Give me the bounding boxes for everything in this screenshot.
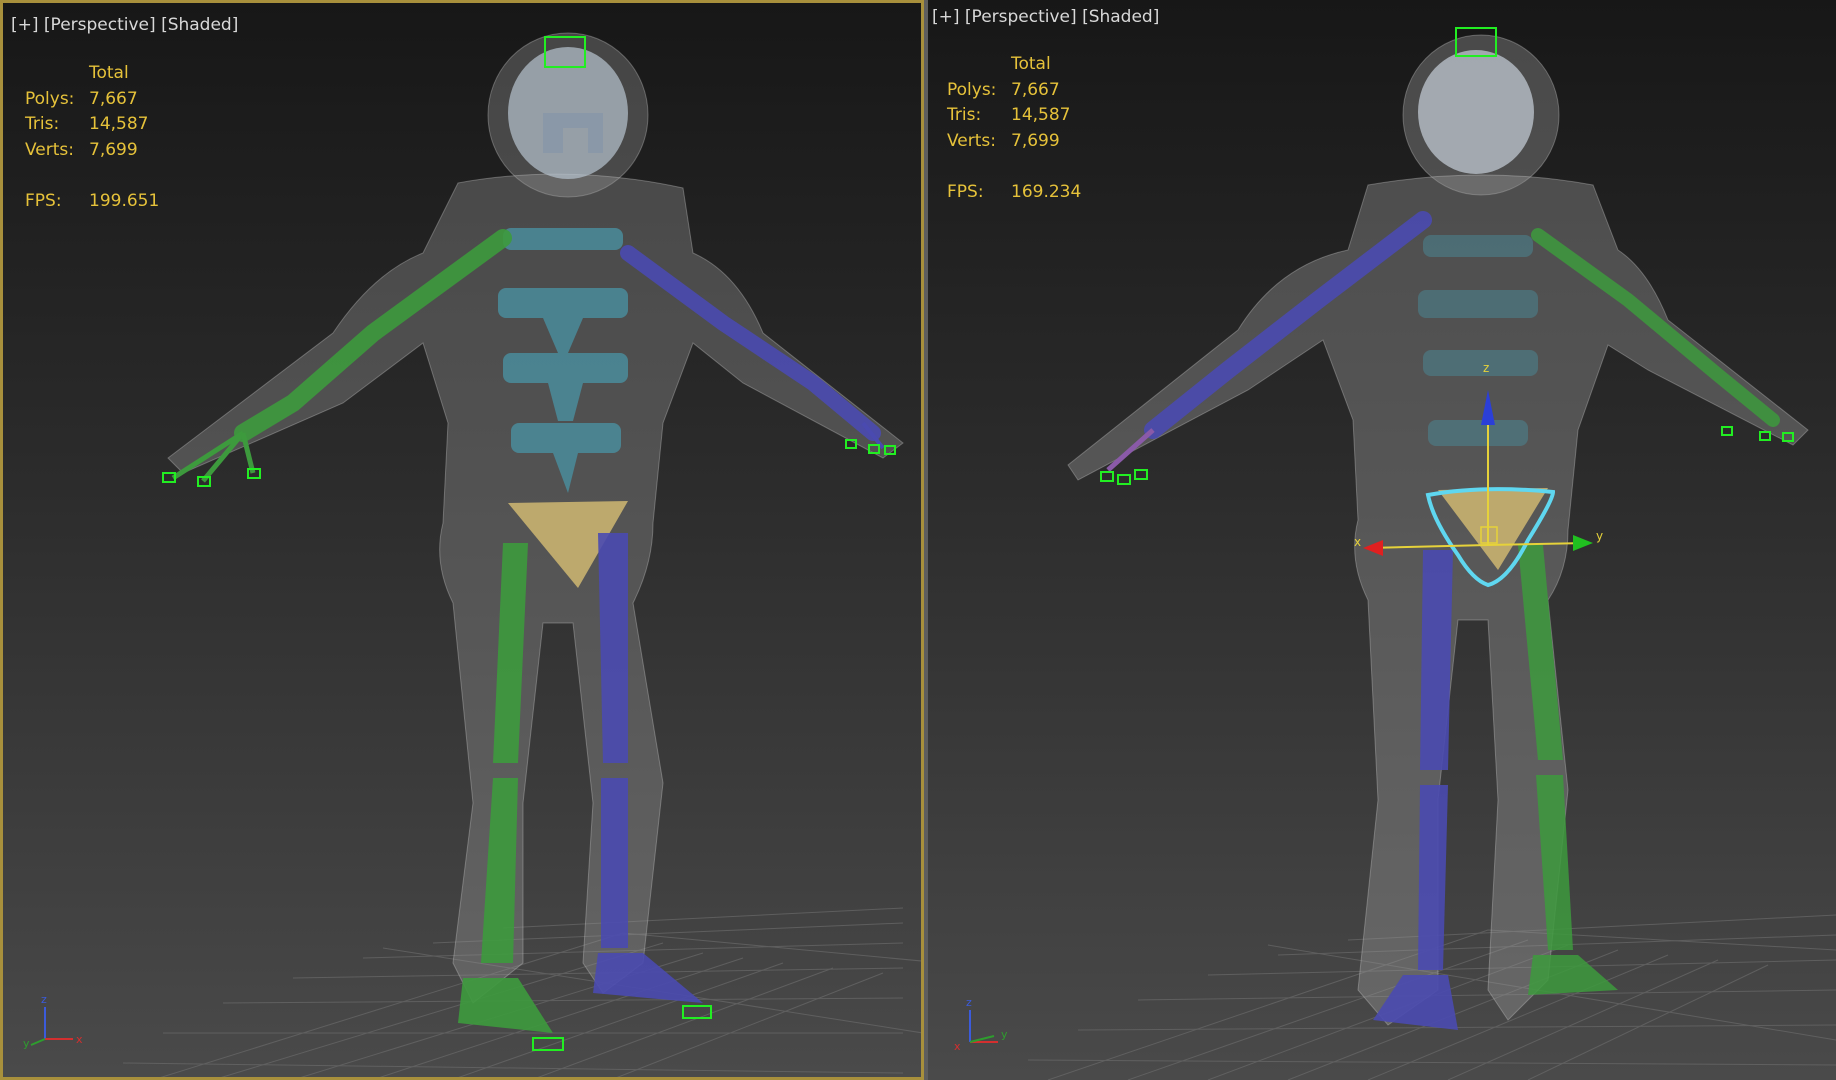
svg-text:y: y bbox=[23, 1037, 30, 1049]
tris-label: Tris: bbox=[947, 105, 982, 125]
polys-label: Polys: bbox=[25, 88, 75, 109]
viewport-label[interactable]: [+] [Perspective] [Shaded] bbox=[932, 7, 1159, 27]
svg-text:z: z bbox=[41, 993, 47, 1006]
svg-text:y: y bbox=[1001, 1028, 1008, 1041]
polys-value: 7,667 bbox=[89, 88, 138, 109]
polys-label: Polys: bbox=[947, 79, 997, 100]
stats-header: Total bbox=[1011, 54, 1051, 74]
verts-value: 7,699 bbox=[1011, 130, 1060, 151]
tris-label: Tris: bbox=[25, 114, 60, 134]
viewport-shading-menu[interactable]: [Shaded] bbox=[1082, 7, 1159, 27]
max-viewport-layout: [+] [Perspective] [Shaded] Total Polys: 7… bbox=[0, 0, 1836, 1080]
verts-label: Verts: bbox=[947, 130, 997, 151]
verts-label: Verts: bbox=[25, 139, 75, 160]
svg-text:x: x bbox=[76, 1033, 83, 1046]
viewport-right-perspective[interactable]: z x y [+] [Perspective] [Shaded] Total P… bbox=[928, 0, 1836, 1080]
fps-value: 199.651 bbox=[89, 190, 160, 211]
viewport-shading-menu[interactable]: [Shaded] bbox=[161, 15, 238, 35]
viewport-menu-plus[interactable]: [+] bbox=[11, 15, 39, 35]
scene-statistics: Total Polys: 7,667 Tris: 14,587 Verts: 7,69… bbox=[25, 61, 159, 214]
gizmo-y-arrow bbox=[1573, 535, 1593, 551]
svg-text:z: z bbox=[966, 996, 972, 1009]
verts-value: 7,699 bbox=[89, 139, 138, 160]
fps-label: FPS: bbox=[947, 181, 984, 202]
svg-text:x: x bbox=[954, 1040, 961, 1052]
viewport-label[interactable]: [+] [Perspective] [Shaded] bbox=[11, 15, 238, 35]
fps-value: 169.234 bbox=[1011, 181, 1082, 202]
viewport-menu-plus[interactable]: [+] bbox=[932, 7, 960, 27]
svg-text:z: z bbox=[1483, 361, 1489, 375]
fps-label: FPS: bbox=[25, 190, 62, 211]
svg-text:x: x bbox=[1354, 535, 1361, 549]
axis-tripod-icon: z x y bbox=[954, 996, 1008, 1052]
viewport-left-perspective[interactable]: [+] [Perspective] [Shaded] Total Polys: 7… bbox=[0, 0, 924, 1080]
svg-text:y: y bbox=[1596, 529, 1603, 543]
viewport-view-menu[interactable]: [Perspective] bbox=[44, 15, 156, 35]
polys-value: 7,667 bbox=[1011, 79, 1060, 100]
scene-statistics: Total Polys: 7,667 Tris: 14,587 Verts: 7,69… bbox=[947, 52, 1081, 205]
tris-value: 14,587 bbox=[89, 114, 149, 134]
axis-tripod-icon: z x y bbox=[23, 993, 83, 1049]
viewport-view-menu[interactable]: [Perspective] bbox=[965, 7, 1077, 27]
tris-value: 14,587 bbox=[1011, 105, 1071, 125]
stats-header: Total bbox=[89, 63, 129, 83]
